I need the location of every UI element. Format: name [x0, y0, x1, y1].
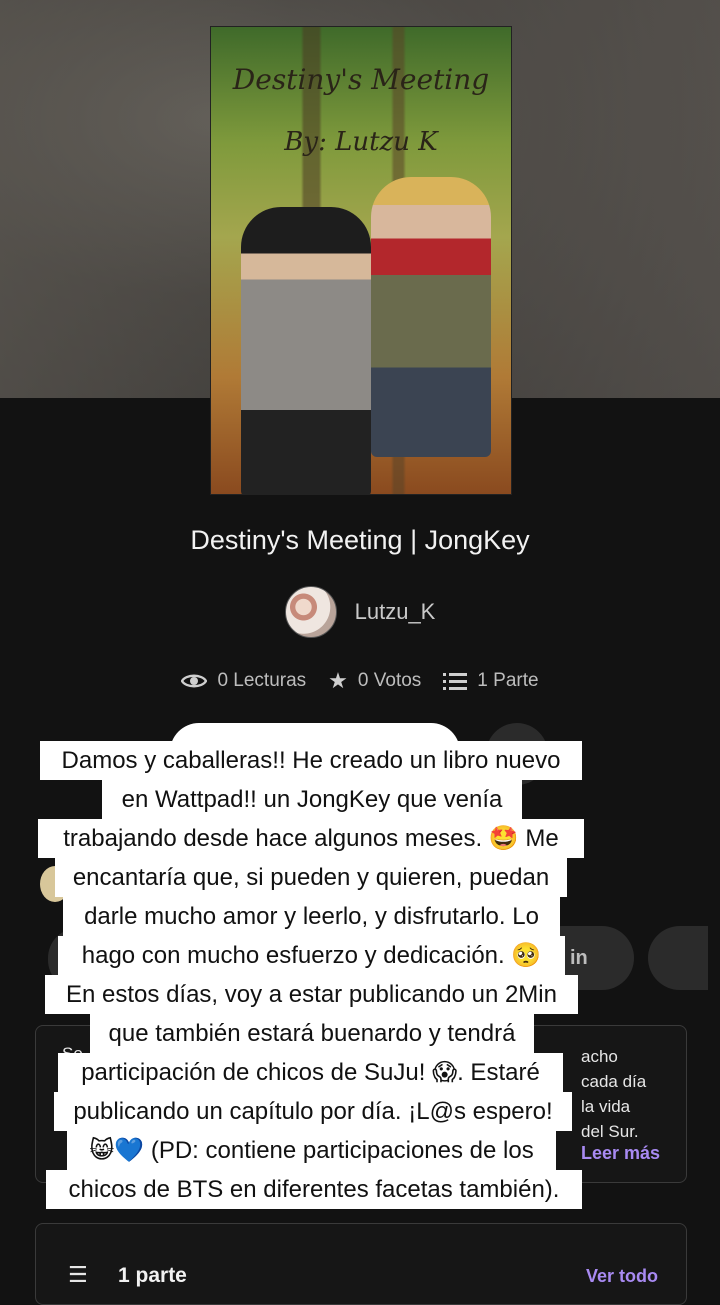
caption-line: En estos días, voy a estar publicando un…	[45, 975, 578, 1014]
caption-line: Damos y caballeras!! He creado un libro …	[40, 741, 582, 780]
caption-line: darle mucho amor y leerlo, y disfrutarlo…	[63, 897, 560, 936]
description-line: acho	[581, 1047, 618, 1066]
author-row[interactable]: Lutzu_K	[0, 586, 720, 638]
cover-figure-right	[371, 177, 491, 457]
read-more-link[interactable]: Leer más	[581, 1143, 660, 1164]
story-title: Destiny's Meeting | JongKey	[190, 525, 530, 555]
list-icon: ☰	[68, 1262, 88, 1287]
caption-line: trabajando desde hace algunos meses. 🤩 M…	[38, 819, 584, 858]
eye-icon	[181, 674, 208, 688]
caption-line: publicando un capítulo por día. ¡L@s esp…	[54, 1092, 572, 1131]
star-icon: ★	[328, 668, 348, 693]
tag-chip-label: in	[570, 946, 588, 969]
caption-line: encantaría que, si pueden y quieren, pue…	[55, 858, 567, 897]
tag-chip-right[interactable]	[648, 926, 708, 990]
parts-label: 1 parte	[118, 1264, 187, 1287]
votes-count: 0 Votos	[357, 670, 422, 691]
caption-line: en Wattpad!! un JongKey que venía	[102, 780, 522, 819]
description-line: del Sur.	[581, 1122, 639, 1141]
description-line: la vida	[581, 1097, 631, 1116]
parts-stat: 1 Parte	[443, 670, 539, 692]
parts-card[interactable]: ☰ 1 parte Ver todo	[35, 1223, 687, 1305]
author-avatar[interactable]	[284, 586, 337, 638]
description-line: cada día	[581, 1072, 647, 1091]
votes-stat: ★ 0 Votos	[328, 670, 421, 692]
author-name[interactable]: Lutzu_K	[355, 599, 436, 625]
reads-stat: 0 Lecturas	[181, 670, 306, 692]
view-all-link[interactable]: Ver todo	[586, 1266, 658, 1287]
caption-line: participación de chicos de SuJu! 😱. Esta…	[58, 1053, 563, 1092]
caption-line: hago con mucho esfuerzo y dedicación. 🥺	[58, 936, 565, 975]
cover-byline-text: By: Lutzu K	[284, 127, 438, 157]
cover-title-text: Destiny's Meeting	[232, 63, 490, 96]
parts-count: 1 Parte	[477, 670, 539, 691]
caption-line: chicos de BTS en diferentes facetas tamb…	[46, 1170, 582, 1209]
cover-figure-left	[241, 207, 371, 494]
story-stats: 0 Lecturas ★ 0 Votos 1 Parte	[0, 670, 720, 692]
caption-line: que también estará buenardo y tendrá	[90, 1014, 534, 1053]
caption-line: 😸💙 (PD: contiene participaciones de los	[67, 1131, 556, 1170]
description-right-fragment: acho cada día la vida del Sur.	[581, 1044, 646, 1144]
book-cover[interactable]: Destiny's Meeting By: Lutzu K	[210, 26, 512, 495]
list-icon	[443, 673, 468, 690]
reads-count: 0 Lecturas	[217, 670, 307, 691]
